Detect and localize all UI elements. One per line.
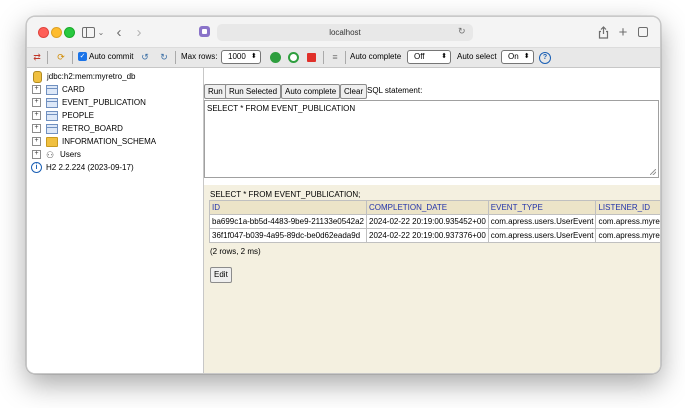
tree-item-event-publication[interactable]: + EVENT_PUBLICATION (32, 97, 146, 108)
toolbar-divider (175, 51, 176, 64)
table-icon (46, 84, 58, 95)
tree-item-label: INFORMATION_SCHEMA (62, 137, 157, 146)
sidebar-toggle-icon[interactable] (81, 23, 95, 41)
disconnect-icon[interactable]: ⇄ (31, 51, 43, 63)
table-icon (46, 97, 58, 108)
info-icon: i (31, 162, 42, 173)
sql-statement-label: SQL statement: (367, 86, 423, 95)
table-row: 36f1f047-b039-4a95-89dc-be0d62eada9d 202… (209, 228, 660, 243)
auto-select-select[interactable]: On (501, 50, 534, 64)
tree-item-users[interactable]: + ⚇ Users (32, 149, 81, 160)
row-count: (2 rows, 2 ms) (210, 247, 261, 256)
max-rows-select[interactable]: 1000 (221, 50, 261, 64)
tree-connection[interactable]: jdbc:h2:mem:myretro_db (33, 70, 136, 83)
address-bar[interactable]: localhost (217, 24, 473, 41)
zoom-window-button[interactable] (64, 27, 75, 38)
tree-version: i H2 2.2.224 (2023-09-17) (31, 162, 134, 173)
auto-commit-checkbox[interactable]: ✓ (78, 52, 87, 61)
table-cell: com.apress.myretro (595, 228, 660, 243)
table-cell: ba699c1a-bb5d-4483-9be9-21133e0542a2 (209, 214, 367, 229)
tree-item-information-schema[interactable]: + INFORMATION_SCHEMA (32, 136, 156, 147)
schema-tree: jdbc:h2:mem:myretro_db + CARD + EVENT_PU… (27, 68, 204, 373)
table-icon (46, 123, 58, 134)
refresh-icon[interactable]: ⟳ (55, 51, 67, 63)
run-selected-button[interactable]: Run Selected (225, 84, 282, 99)
auto-complete-button[interactable]: Auto complete (281, 84, 341, 99)
new-tab-icon[interactable]: + (617, 23, 629, 41)
browser-window: ⌄ ‹ › localhost ↻ + ⇄ ⟳ ✓ Auto commit ↺ … (26, 16, 661, 374)
expand-icon[interactable]: + (32, 150, 41, 159)
address-text: localhost (329, 28, 361, 37)
table-cell: 2024-02-22 20:19:00.935452+00 (366, 214, 489, 229)
tab-overview-icon[interactable] (635, 23, 649, 41)
max-rows-label: Max rows: (181, 52, 218, 61)
table-cell: com.apress.users.UserEvent (487, 228, 597, 243)
expand-icon[interactable]: + (32, 98, 41, 107)
column-header[interactable]: LISTENER_ID (595, 200, 660, 215)
database-icon (33, 70, 42, 83)
history-icon[interactable]: ≡ (329, 51, 341, 63)
chevron-down-icon[interactable]: ⌄ (97, 23, 105, 41)
tree-item-card[interactable]: + CARD (32, 84, 85, 95)
table-cell: com.apress.myretro (595, 214, 660, 229)
sql-editor[interactable]: SELECT * FROM EVENT_PUBLICATION (204, 100, 659, 178)
toolbar-divider (345, 51, 346, 64)
result-table: ID COMPLETION_DATE EVENT_TYPE LISTENER_I… (209, 200, 660, 243)
tree-item-retro-board[interactable]: + RETRO_BOARD (32, 123, 123, 134)
minimize-window-button[interactable] (51, 27, 62, 38)
stop-icon[interactable] (307, 53, 316, 62)
tree-item-label: PEOPLE (62, 111, 95, 120)
run-selected-icon[interactable] (288, 52, 299, 63)
result-statement: SELECT * FROM EVENT_PUBLICATION; (210, 190, 361, 199)
run-icon[interactable] (270, 52, 281, 63)
close-window-button[interactable] (38, 27, 49, 38)
tree-item-people[interactable]: + PEOPLE (32, 110, 94, 121)
column-header[interactable]: ID (209, 200, 367, 215)
table-cell: 36f1f047-b039-4a95-89dc-be0d62eada9d (209, 228, 367, 243)
table-cell: com.apress.users.UserEvent (487, 214, 597, 229)
commit-icon[interactable]: ↻ (158, 51, 170, 63)
expand-icon[interactable]: + (32, 85, 41, 94)
h2-toolbar: ⇄ ⟳ ✓ Auto commit ↺ ↻ Max rows: 1000 ≡ A… (27, 48, 660, 68)
version-label: H2 2.2.224 (2023-09-17) (46, 163, 134, 172)
forward-arrow-icon[interactable]: › (133, 23, 145, 41)
auto-select-label: Auto select (457, 52, 497, 61)
tree-item-label: CARD (62, 85, 85, 94)
back-arrow-icon[interactable]: ‹ (113, 23, 125, 41)
help-icon[interactable]: ? (539, 52, 551, 64)
table-header-row: ID COMPLETION_DATE EVENT_TYPE LISTENER_I… (209, 200, 660, 215)
tree-item-label: Users (60, 150, 81, 159)
auto-commit-label: Auto commit (89, 52, 134, 61)
reload-icon[interactable]: ↻ (458, 26, 466, 37)
toolbar-divider (323, 51, 324, 64)
column-header[interactable]: EVENT_TYPE (487, 200, 597, 215)
connection-label: jdbc:h2:mem:myretro_db (47, 72, 136, 81)
toolbar-divider (47, 51, 48, 64)
share-icon[interactable] (597, 23, 609, 41)
clear-button[interactable]: Clear (340, 84, 368, 99)
toolbar-divider (72, 51, 73, 64)
expand-icon[interactable]: + (32, 124, 41, 133)
folder-icon (46, 136, 58, 147)
query-pane: Run Run Selected Auto complete Clear SQL… (204, 68, 660, 373)
table-icon (46, 110, 58, 121)
query-editor-area: Run Run Selected Auto complete Clear SQL… (204, 68, 660, 185)
auto-complete-select[interactable]: Off (407, 50, 451, 64)
expand-icon[interactable]: + (32, 137, 41, 146)
run-button[interactable]: Run (204, 84, 227, 99)
resize-handle-icon[interactable] (650, 169, 656, 175)
auto-complete-label: Auto complete (350, 52, 402, 61)
column-header[interactable]: COMPLETION_DATE (366, 200, 489, 215)
tree-item-label: RETRO_BOARD (62, 124, 123, 133)
users-icon: ⚇ (46, 149, 55, 160)
edit-button[interactable]: Edit (210, 267, 232, 283)
table-row: ba699c1a-bb5d-4483-9be9-21133e0542a2 202… (209, 214, 660, 229)
browser-titlebar: ⌄ ‹ › localhost ↻ + (27, 17, 660, 48)
tree-item-label: EVENT_PUBLICATION (62, 98, 146, 107)
site-favicon-icon (199, 26, 210, 37)
sql-text: SELECT * FROM EVENT_PUBLICATION (207, 104, 356, 113)
rollback-icon[interactable]: ↺ (139, 51, 151, 63)
expand-icon[interactable]: + (32, 111, 41, 120)
table-cell: 2024-02-22 20:19:00.937376+00 (366, 228, 489, 243)
